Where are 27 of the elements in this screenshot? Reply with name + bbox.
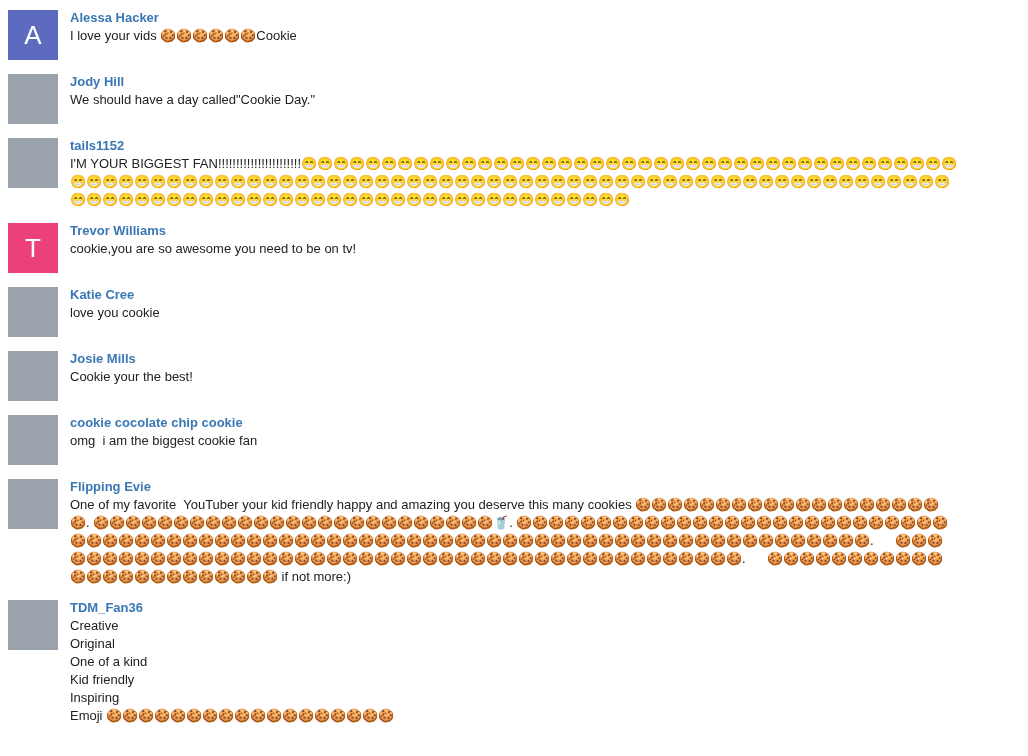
author-link[interactable]: TDM_Fan36 <box>70 600 143 615</box>
avatar-photo-placeholder[interactable] <box>8 351 58 401</box>
comment-text: love you cookie <box>70 304 160 322</box>
author-link[interactable]: Josie Mills <box>70 351 136 366</box>
avatar-photo-placeholder[interactable] <box>8 287 58 337</box>
author-link[interactable]: Jody Hill <box>70 74 125 89</box>
comment-text: Creative Original One of a kind Kid friendly Inspiring Emoji 🍪🍪🍪🍪🍪🍪🍪🍪🍪🍪🍪🍪🍪🍪🍪🍪🍪🍪 <box>70 617 395 725</box>
avatar-photo-placeholder[interactable] <box>8 74 58 124</box>
author-link[interactable]: Flipping Evie <box>70 479 151 494</box>
letter-avatar[interactable]: T <box>8 223 58 273</box>
author-link[interactable]: cookie cocolate chip cookie <box>70 415 243 430</box>
comment-text: cookie,you are so awesome you need to be on tv! <box>70 240 357 258</box>
author-link[interactable]: tails1152 <box>70 138 125 153</box>
letter-avatar[interactable]: A <box>8 10 58 60</box>
comment-text: Cookie your the best! <box>70 368 193 386</box>
avatar-photo-placeholder[interactable] <box>8 415 58 465</box>
author-link[interactable]: Trevor Williams <box>70 223 166 238</box>
avatar-photo-placeholder[interactable] <box>8 138 58 188</box>
comment-text: I love your vids 🍪🍪🍪🍪🍪🍪Cookie <box>70 27 297 45</box>
comment-text: One of my favorite YouTuber your kid friendly happy and amazing you deserve this many cookies 🍪🍪🍪🍪🍪🍪🍪🍪🍪🍪🍪🍪🍪🍪🍪🍪🍪🍪🍪 🍪. 🍪🍪🍪🍪🍪🍪🍪🍪🍪🍪🍪🍪🍪🍪🍪🍪🍪🍪🍪🍪🍪🍪🍪🍪🍪🥤. 🍪🍪🍪🍪🍪🍪🍪🍪🍪🍪🍪🍪🍪🍪🍪🍪🍪🍪🍪🍪🍪🍪🍪🍪🍪🍪🍪🍪🍪🍪🍪🍪🍪🍪🍪🍪🍪🍪🍪🍪🍪🍪🍪🍪🍪🍪🍪🍪🍪🍪🍪🍪🍪🍪🍪🍪🍪🍪🍪🍪🍪🍪🍪🍪🍪🍪🍪🍪🍪🍪🍪🍪🍪🍪🍪🍪🍪. 🍪🍪🍪🍪🍪🍪🍪🍪🍪🍪🍪🍪🍪🍪🍪🍪🍪🍪🍪🍪🍪🍪🍪🍪🍪🍪🍪🍪🍪🍪🍪🍪🍪🍪🍪🍪🍪🍪🍪🍪🍪🍪🍪🍪🍪. 🍪🍪🍪🍪🍪🍪🍪🍪🍪🍪🍪🍪🍪🍪🍪🍪🍪🍪🍪🍪🍪🍪🍪🍪 if not more:) <box>70 496 950 586</box>
comment-text: I'M YOUR BIGGEST FAN!!!!!!!!!!!!!!!!!!!!!!!😁😁😁😁😁😁😁😁😁😁😁😁😁😁😁😁😁😁😁😁😁😁😁😁😁😁😁😁😁😁😁😁😁😁😁😁😁😁😁😁😁😁😁😁😁😁😁😁😁😁😁😁😁😁😁😁😁😁😁😁😁😁😁😁😁😁😁😁😁😁😁😁😁😁😁😁😁😁😁😁😁😁😁😁😁😁😁😁😁😁😁😁😁😁😁😁😁😁😁😁😁😁😁😁😁😁😁😁😁😁😁😁😁😁😁😁😁😁😁😁😁😁😁😁😁😁😁😁😁😁😁 <box>70 155 958 209</box>
comment-text: omg i am the biggest cookie fan <box>70 432 258 450</box>
avatar-photo-placeholder[interactable] <box>8 600 58 650</box>
author-link[interactable]: Alessa Hacker <box>70 10 159 25</box>
author-link[interactable]: Katie Cree <box>70 287 135 302</box>
avatar-photo-placeholder[interactable] <box>8 479 58 529</box>
comment-text: We should have a day called"Cookie Day." <box>70 91 316 109</box>
